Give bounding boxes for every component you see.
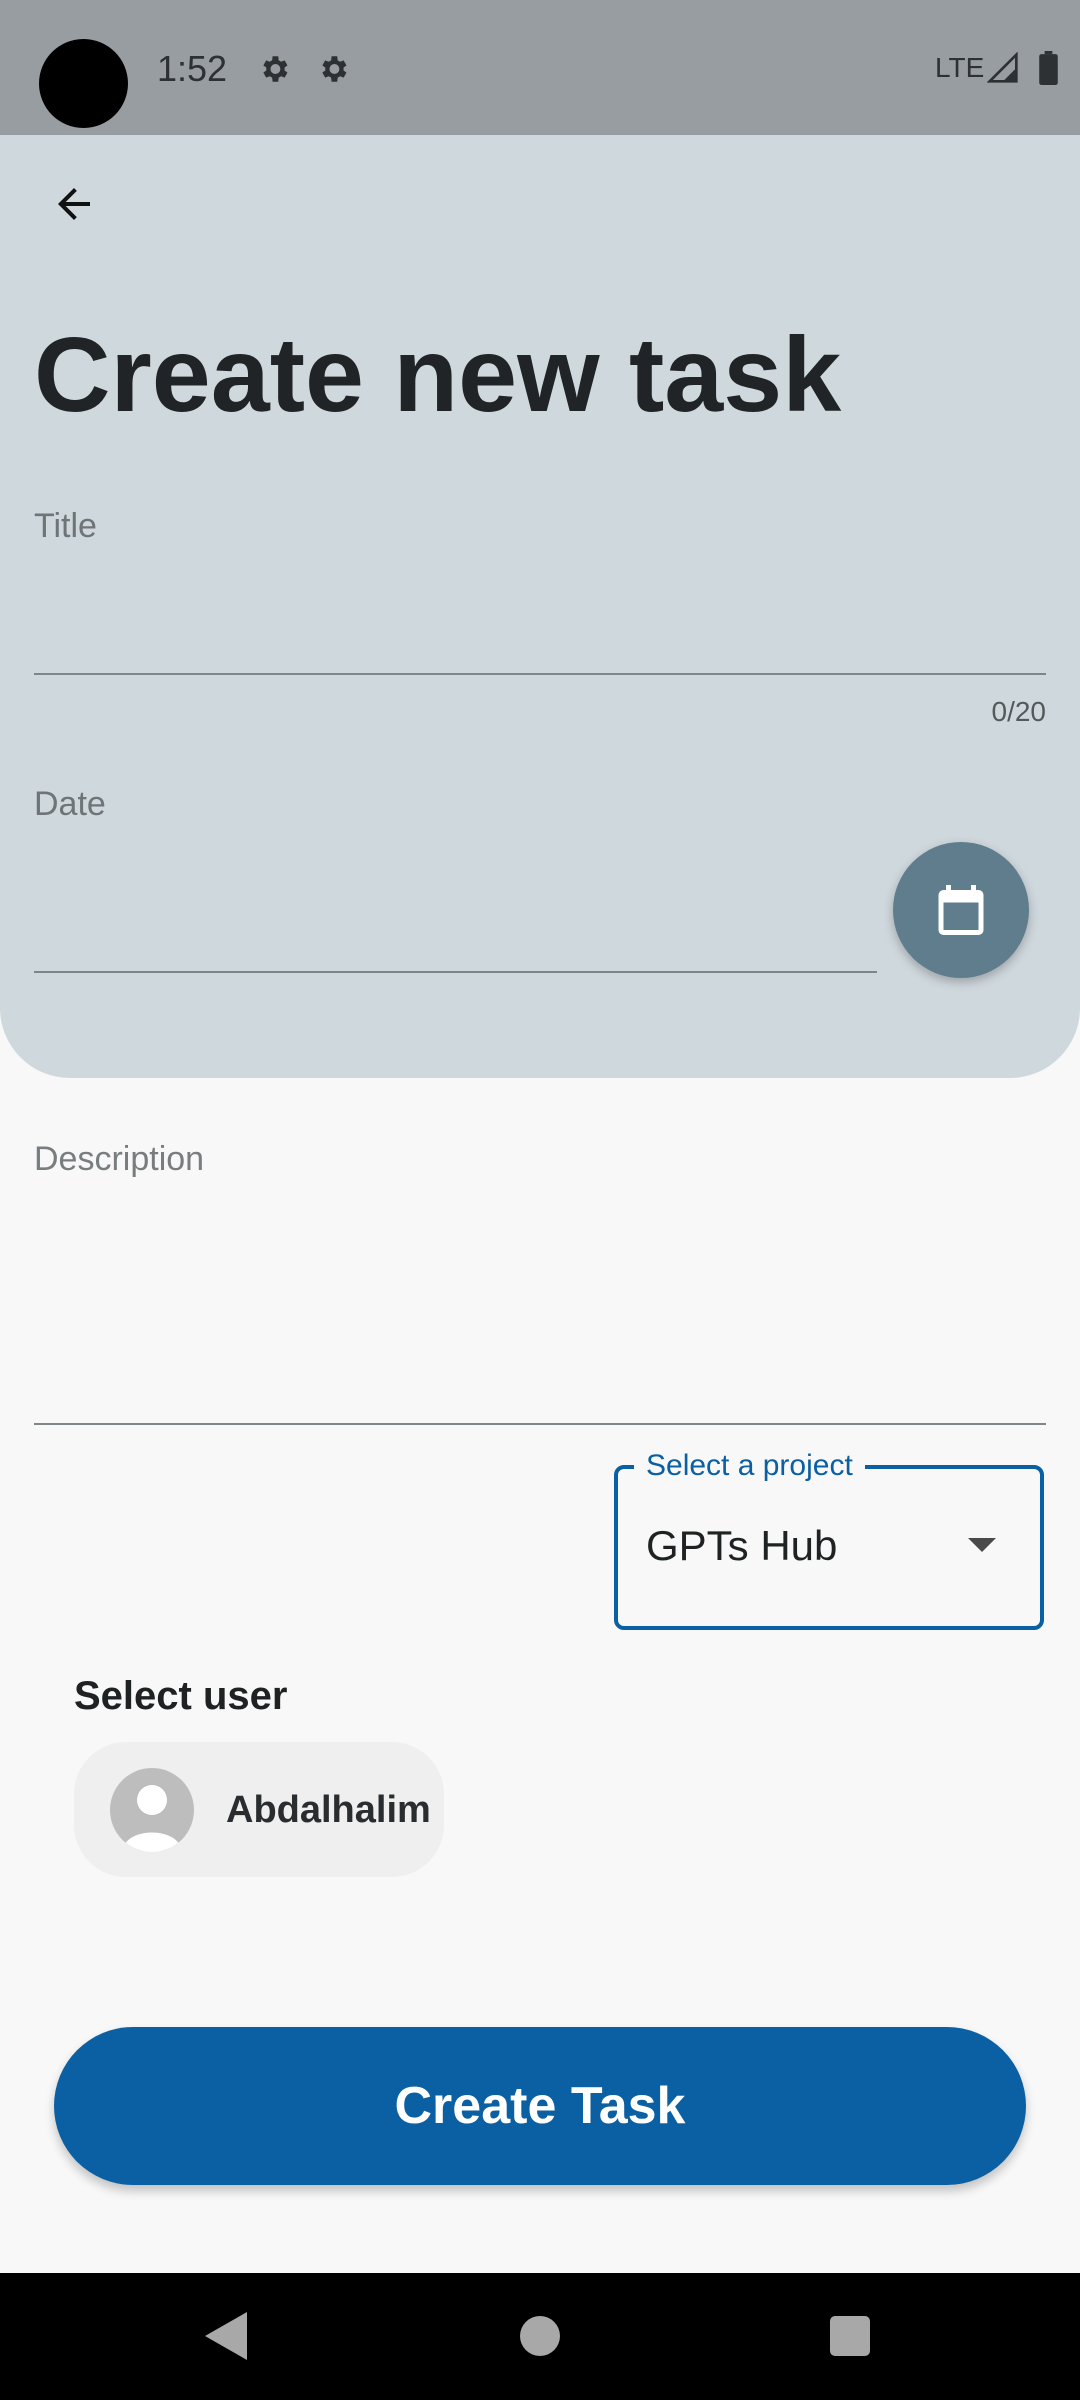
date-input[interactable] (34, 840, 877, 970)
signal-icon (987, 52, 1018, 83)
title-char-counter: 0/20 (991, 696, 1047, 727)
nav-recents-icon[interactable] (830, 2316, 870, 2356)
calendar-button[interactable] (893, 842, 1029, 978)
create-task-button[interactable]: Create Task (54, 2027, 1026, 2185)
date-underline (34, 971, 877, 973)
network-type: LTE (935, 52, 985, 83)
title-underline (34, 673, 1046, 675)
arrow-back-icon (58, 188, 90, 220)
settings-gear-icon (263, 56, 288, 82)
title-field-label: Title (34, 507, 97, 545)
default-avatar-icon (110, 1768, 194, 1852)
project-dropdown-value: GPTs Hub (646, 1522, 838, 1569)
select-user-label: Select user (74, 1674, 288, 1718)
user-chip-name: Abdalhalim (226, 1789, 431, 1831)
back-button[interactable] (38, 168, 110, 240)
nav-back-icon[interactable] (205, 2312, 247, 2360)
description-underline (34, 1423, 1046, 1425)
description-input[interactable] (34, 1190, 1046, 1420)
title-input[interactable] (34, 560, 1046, 672)
dropdown-arrow-icon (968, 1538, 996, 1552)
settings-gear-icon (322, 56, 347, 82)
camera-cutout (39, 39, 128, 128)
date-field-label: Date (34, 785, 106, 823)
description-field-label: Description (34, 1140, 205, 1178)
status-time: 1:52 (157, 48, 228, 89)
page-title: Create new task (34, 316, 842, 434)
calendar-icon (938, 885, 984, 935)
project-dropdown-label: Select a project (634, 1446, 865, 1486)
battery-icon (1039, 51, 1058, 85)
nav-home-icon[interactable] (520, 2316, 560, 2356)
